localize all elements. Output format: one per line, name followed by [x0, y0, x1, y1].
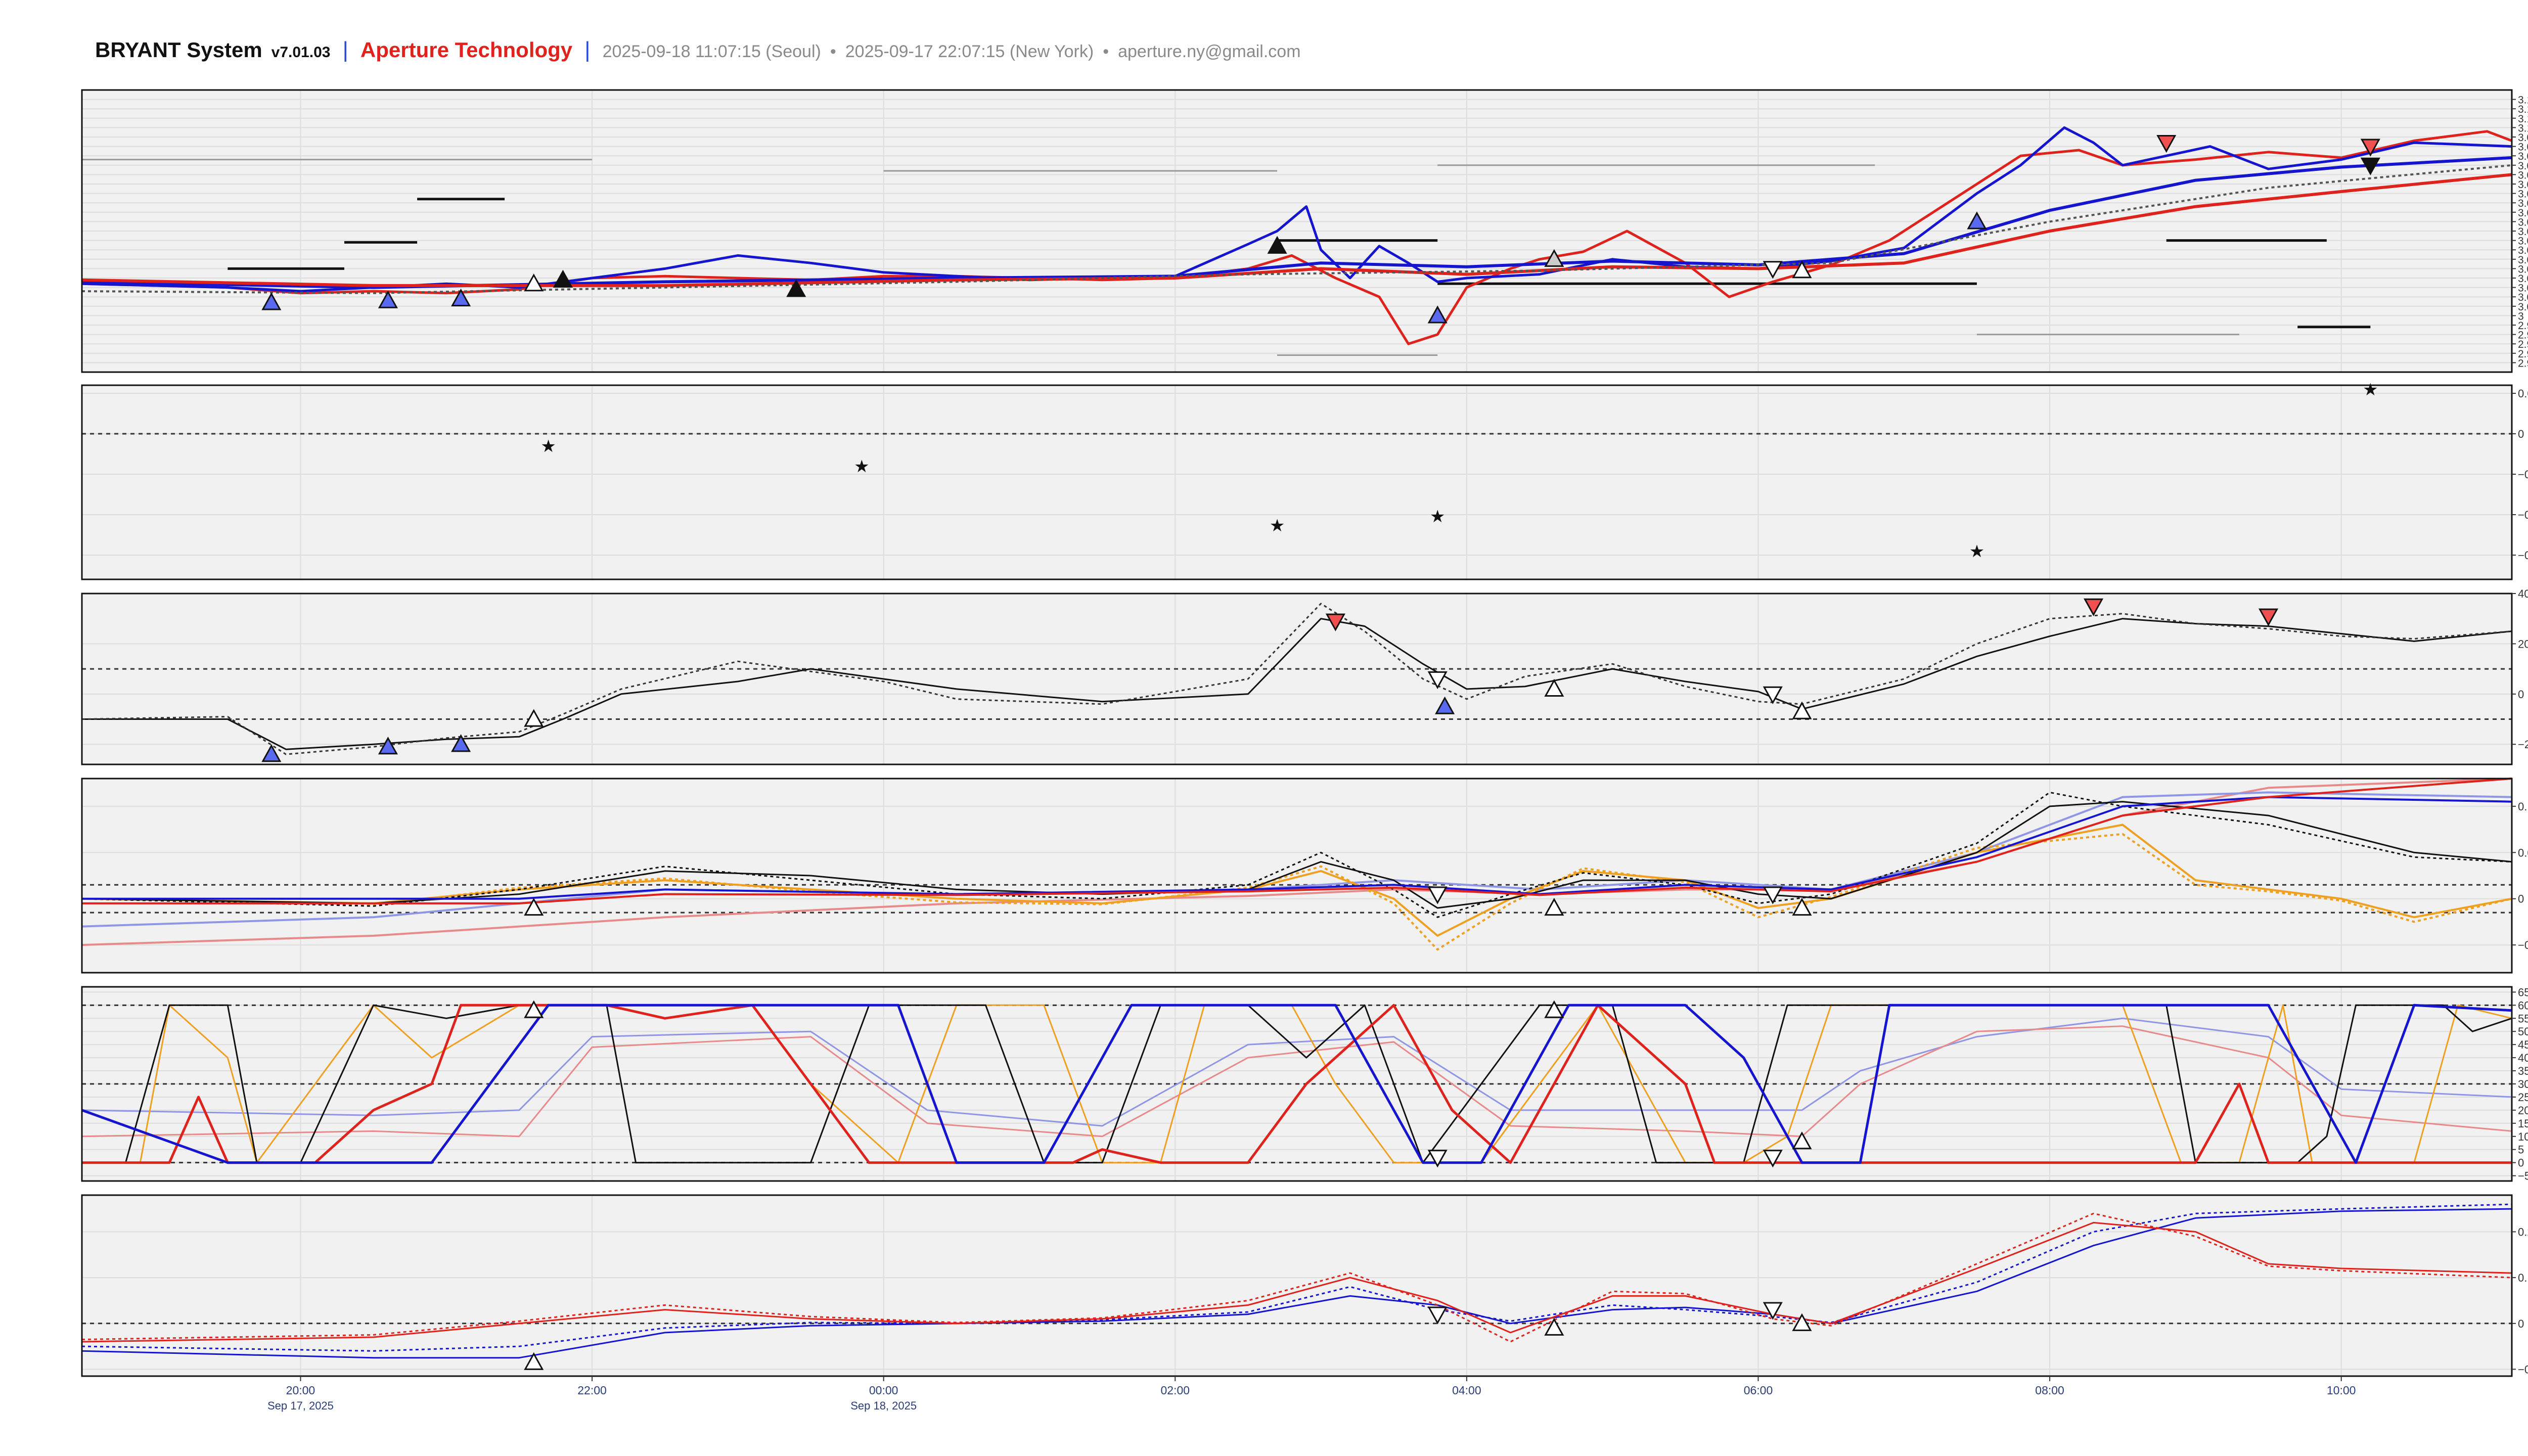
x-axis-tick-label: 20:00: [286, 1384, 315, 1397]
panel-5: 65605550454035302520151050−55: [81, 986, 2528, 1182]
signal-star-marker: ★: [2363, 380, 2378, 399]
signal-star-marker: ★: [854, 457, 869, 476]
y-axis-tick-label: −0.005: [2518, 468, 2528, 481]
y-axis-tick-label: 35: [2518, 1065, 2528, 1077]
x-axis-date-label: Sep 17, 2025: [267, 1399, 334, 1412]
y-axis-tick-label: 60: [2518, 999, 2528, 1012]
y-axis-tick-label: 30: [2518, 1078, 2528, 1090]
multi-panel-chart: 3.1153.113.1053.13.0953.093.0853.083.075…: [81, 89, 2528, 1412]
panel-3: 4002000−2003: [81, 587, 2528, 765]
panel-background: [82, 779, 2512, 973]
panel-4: 0.10.050−0.054: [81, 778, 2528, 974]
x-axis-tick-label: 04:00: [1452, 1384, 1481, 1397]
y-axis-tick-label: 0.1: [2518, 800, 2528, 813]
y-axis-tick-label: −0.05: [2518, 939, 2528, 951]
y-axis-tick-label: 10: [2518, 1130, 2528, 1143]
signal-star-marker: ★: [1969, 542, 1984, 561]
y-axis-tick-label: 400: [2518, 587, 2528, 600]
y-axis-tick-label: −0.1: [2518, 1363, 2528, 1376]
y-axis-tick-label: 0: [2518, 428, 2524, 440]
y-axis-tick-label: 0: [2518, 1317, 2524, 1330]
x-axis-tick-label: 22:00: [577, 1384, 607, 1397]
signal-star-marker: ★: [1430, 507, 1445, 526]
panel-1: 3.1153.113.1053.13.0953.093.0853.083.075…: [81, 89, 2528, 373]
y-axis-tick-label: −5: [2518, 1170, 2528, 1182]
y-axis-tick-label: 15: [2518, 1117, 2528, 1130]
x-axis-tick-label: 10:00: [2327, 1384, 2356, 1397]
y-axis-tick-label: 0: [2518, 1157, 2524, 1169]
y-axis-tick-label: 65: [2518, 986, 2528, 998]
y-axis-tick-label: −200: [2518, 738, 2528, 751]
y-axis-tick-label: 50: [2518, 1025, 2528, 1038]
y-axis-tick-label: −0.01: [2518, 509, 2528, 521]
y-axis-tick-label: 25: [2518, 1091, 2528, 1104]
y-axis-tick-label: 55: [2518, 1012, 2528, 1025]
x-axis-tick-label: 08:00: [2035, 1384, 2064, 1397]
y-axis-tick-label: 0: [2518, 688, 2524, 701]
panel-background: [82, 385, 2512, 579]
y-axis-tick-label: 0.005: [2518, 387, 2528, 400]
y-axis-tick-label: −0.015: [2518, 549, 2528, 562]
y-axis-tick-label: 0.05: [2518, 846, 2528, 859]
signal-star-marker: ★: [540, 437, 556, 456]
x-axis-tick-label: 00:00: [869, 1384, 898, 1397]
y-axis-tick-label: 2.975: [2518, 357, 2528, 369]
y-axis-tick-label: 5: [2518, 1144, 2524, 1156]
x-axis-tick-label: 06:00: [1744, 1384, 1773, 1397]
x-axis-date-label: Sep 18, 2025: [850, 1399, 917, 1412]
y-axis-tick-label: 200: [2518, 638, 2528, 650]
y-axis-tick-label: 0.2: [2518, 1226, 2528, 1239]
panel-2: ★★★★★★0.0050−0.005−0.01−0.0152: [81, 380, 2528, 580]
signal-star-marker: ★: [1270, 516, 1285, 535]
y-axis-tick-label: 45: [2518, 1038, 2528, 1051]
x-axis-tick-label: 02:00: [1160, 1384, 1190, 1397]
y-axis-tick-label: 0: [2518, 893, 2524, 905]
y-axis-tick-label: 0.1: [2518, 1271, 2528, 1284]
panel-6: 0.20.10−0.16: [81, 1194, 2528, 1377]
y-axis-tick-label: 20: [2518, 1104, 2528, 1117]
y-axis-tick-label: 40: [2518, 1052, 2528, 1064]
